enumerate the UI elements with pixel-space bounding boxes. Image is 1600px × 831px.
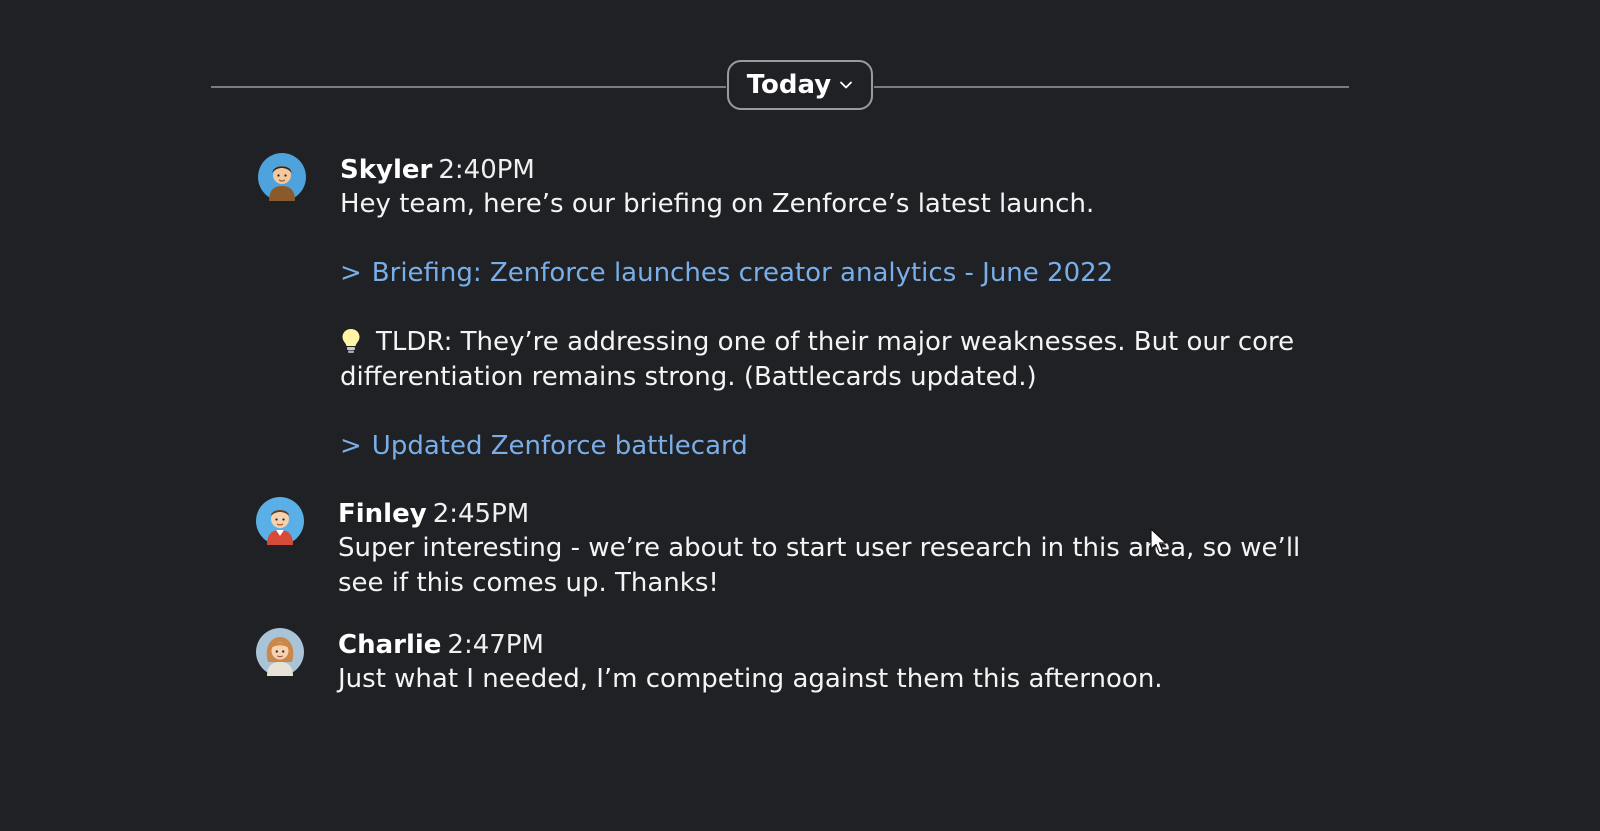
- message-text: Hey team, here’s our briefing on Zenforc…: [340, 189, 1095, 219]
- message-timestamp: 2:47PM: [447, 630, 544, 660]
- lightbulb-icon: [342, 329, 360, 353]
- tldr-text: TLDR: They’re addressing one of their ma…: [340, 325, 1340, 395]
- briefing-link-label: Briefing: Zenforce launches creator anal…: [371, 258, 1114, 288]
- message-header: Finley 2:45PM: [338, 497, 1338, 531]
- message-header: Charlie 2:47PM: [338, 628, 1338, 662]
- date-filter-dropdown[interactable]: Today: [727, 60, 873, 110]
- tldr-label: TLDR: They’re addressing one of their ma…: [340, 327, 1295, 392]
- date-divider-line-left: [211, 86, 726, 88]
- date-divider-line-right: [874, 86, 1349, 88]
- author-name[interactable]: Charlie: [338, 630, 441, 660]
- battlecard-link-label: Updated Zenforce battlecard: [371, 431, 748, 461]
- message-timestamp: 2:45PM: [432, 499, 530, 529]
- message-body: Finley 2:45PM Super interesting - we’re a…: [338, 497, 1338, 601]
- message-text: Just what I needed, I’m competing agains…: [338, 664, 1163, 694]
- author-name[interactable]: Finley: [338, 499, 427, 529]
- chevron-right-icon: >: [340, 431, 362, 461]
- briefing-link[interactable]: > Briefing: Zenforce launches creator ana…: [340, 256, 1340, 291]
- mouse-cursor-icon: [1150, 528, 1167, 554]
- avatar-charlie[interactable]: [256, 628, 304, 676]
- chevron-right-icon: >: [340, 258, 362, 288]
- avatar-finley[interactable]: [256, 497, 304, 545]
- message-body: Charlie 2:47PM Just what I needed, I’m co…: [338, 628, 1338, 697]
- date-filter-label: Today: [746, 70, 832, 100]
- chat-thread: Today Skyler 2:40PM Hey team, here’s our …: [0, 0, 1600, 831]
- author-name[interactable]: Skyler: [340, 155, 432, 185]
- message-header: Skyler 2:40PM: [340, 153, 1340, 187]
- chevron-down-icon: [840, 81, 853, 89]
- message-text: Super interesting - we’re about to start…: [338, 533, 1301, 598]
- message-timestamp: 2:40PM: [438, 155, 535, 185]
- battlecard-link[interactable]: > Updated Zenforce battlecard: [340, 429, 1340, 464]
- avatar-skyler[interactable]: [258, 153, 306, 201]
- message-body: Skyler 2:40PM Hey team, here’s our briefi…: [340, 153, 1340, 464]
